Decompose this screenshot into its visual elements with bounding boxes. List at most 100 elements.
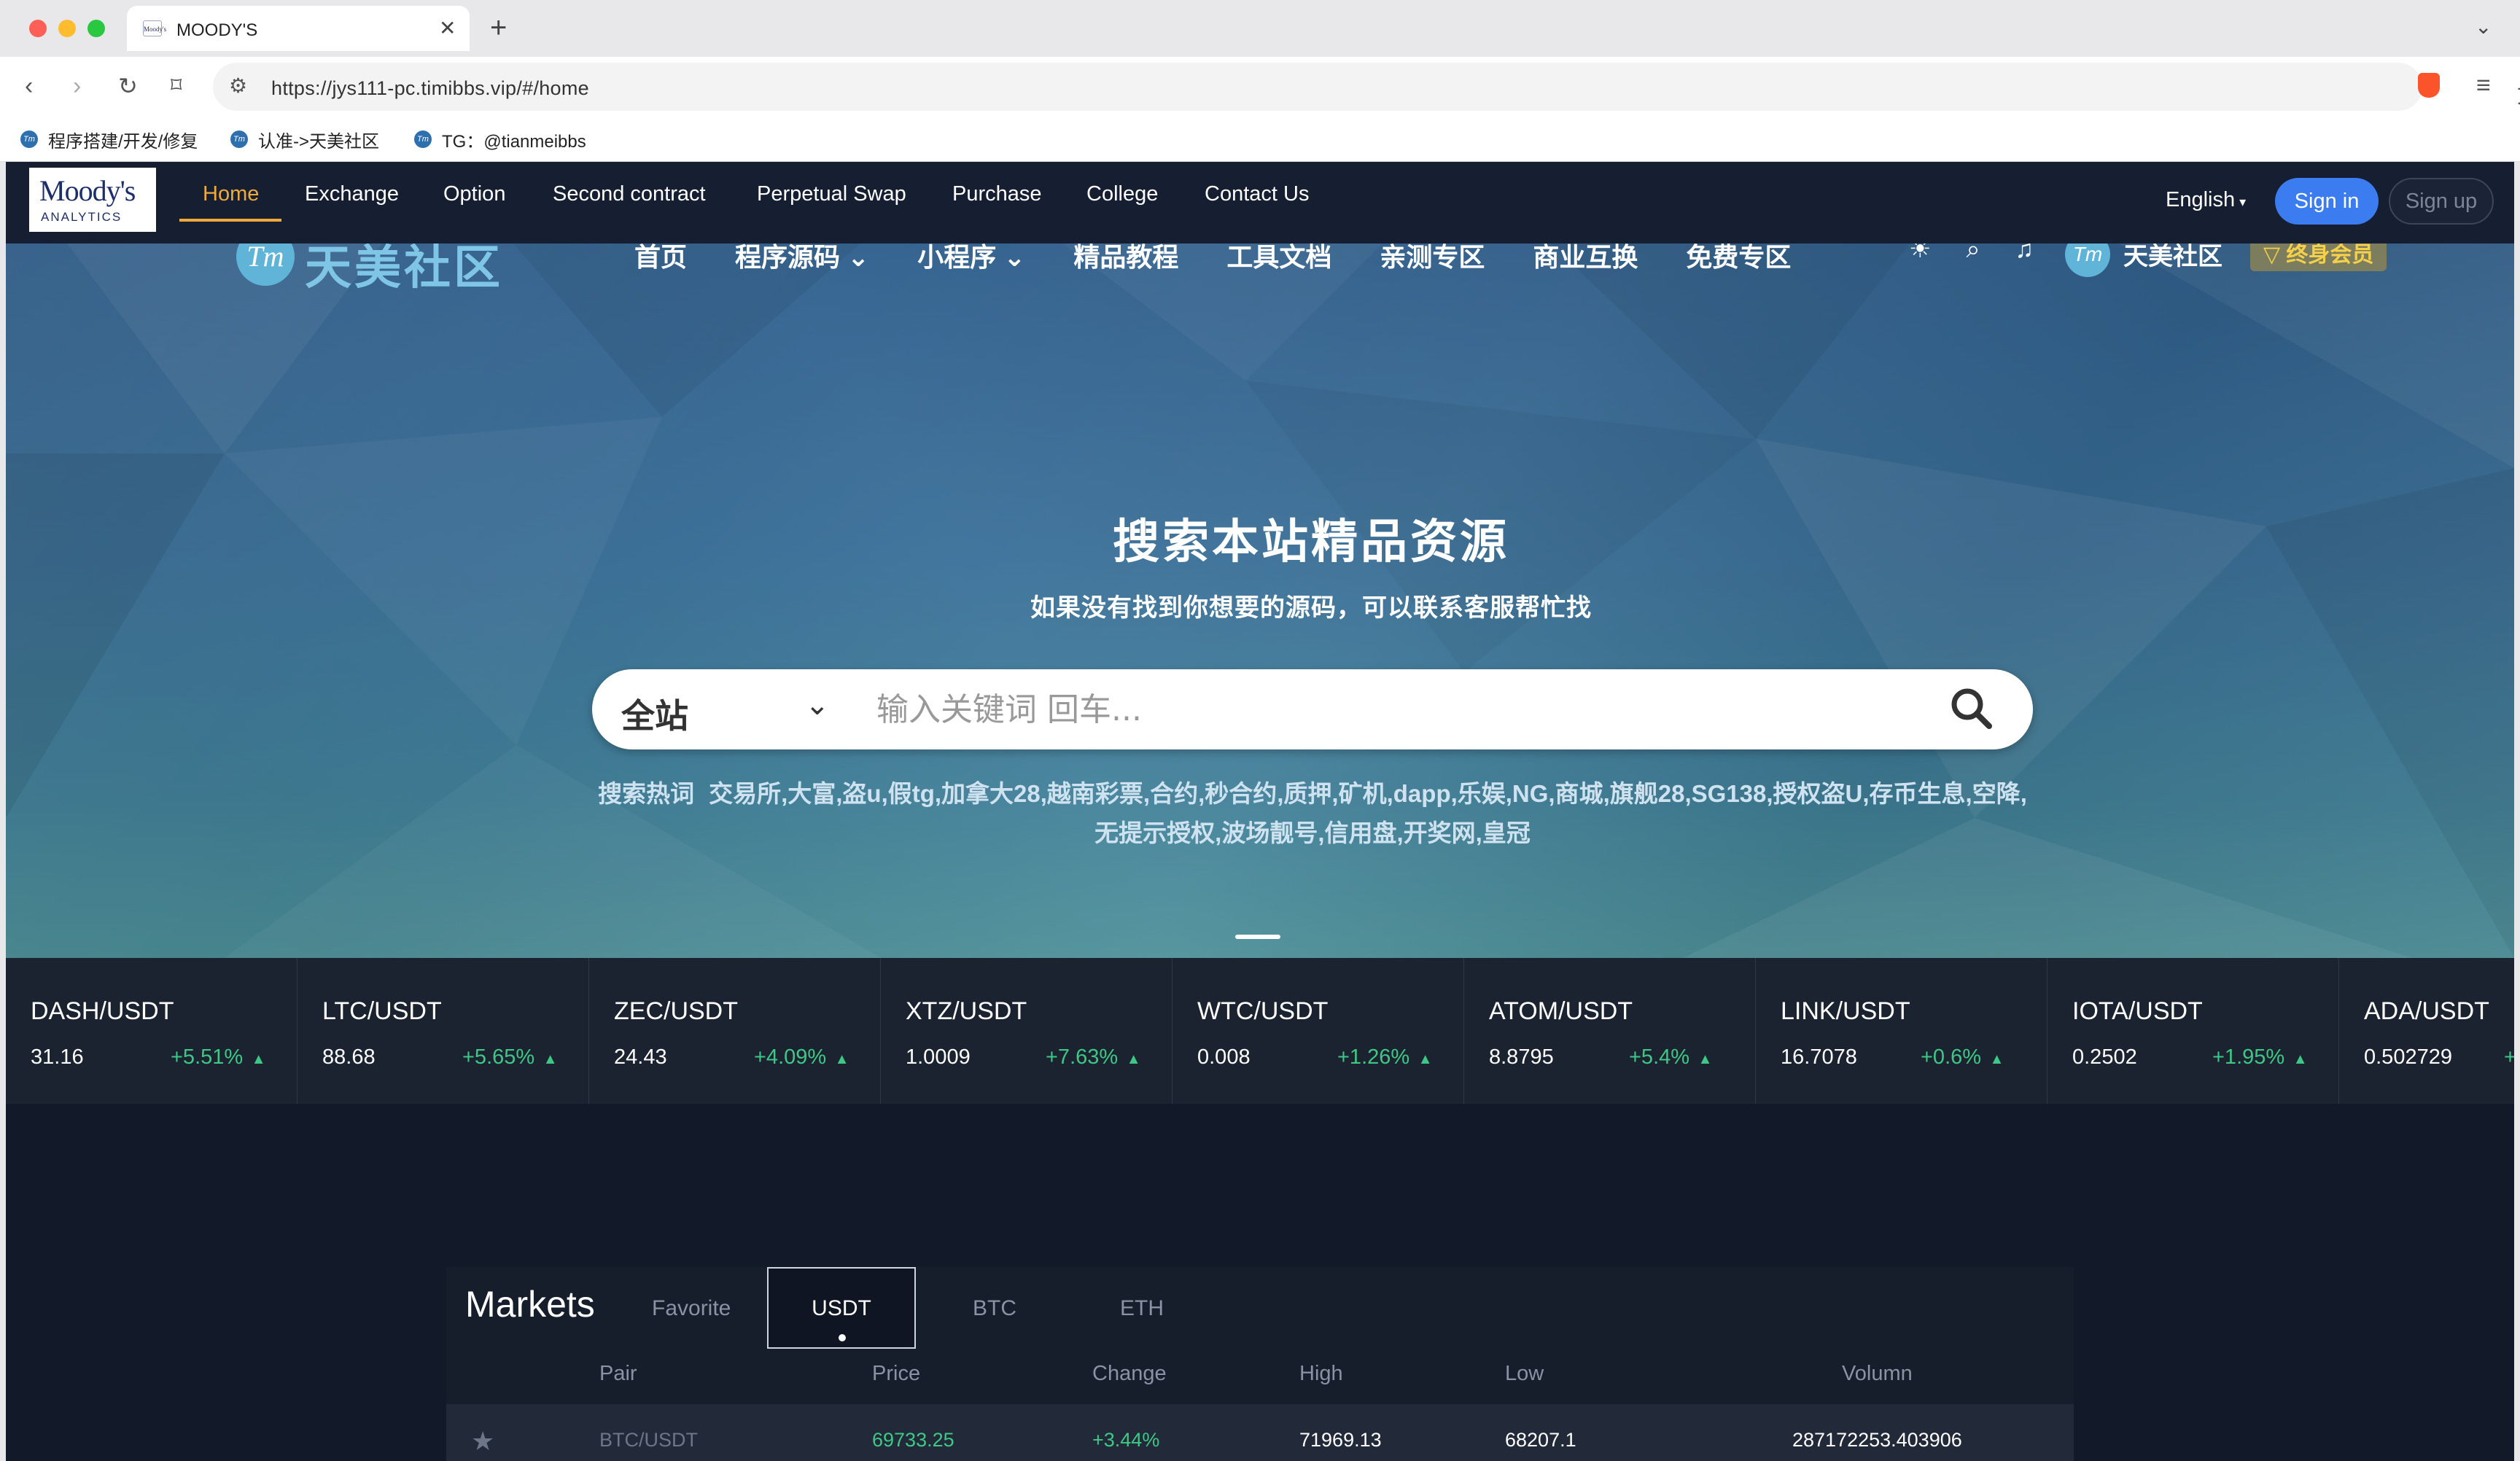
window-minimize-button[interactable] — [58, 20, 76, 37]
browser-tab-bar: Moody's MOODY'S ✕ + ⌄ — [0, 0, 2520, 57]
ticker-price: 31.16 — [31, 1045, 84, 1069]
ticker-item[interactable]: ATOM/USDT 8.8795 +5.4% — [1464, 958, 1756, 1104]
table-row[interactable]: ★ BTC/USDT 69733.25 +3.44% 71969.13 6820… — [446, 1404, 2074, 1461]
column-header-price[interactable]: Price — [872, 1362, 920, 1386]
ticker-change: +5.4% — [1629, 1045, 1712, 1070]
ticker-pair: XTZ/USDT — [906, 997, 1027, 1025]
column-header-high[interactable]: High — [1299, 1362, 1343, 1386]
bookmark-icon[interactable]: ⌑ — [171, 71, 182, 101]
nav-option[interactable]: Option — [443, 182, 505, 206]
ticker-item[interactable]: IOTA/USDT 0.2502 +1.95% — [2048, 958, 2339, 1104]
tab-usdt[interactable]: USDT — [767, 1267, 916, 1349]
ticker-price: 8.8795 — [1489, 1045, 1554, 1069]
browser-toolbar: ‹ › ↻ ⌑ ⚙ https://jys111-pc.timibbs.vip/… — [0, 57, 2520, 118]
ticker-item[interactable]: DASH/USDT 31.16 +5.51% — [6, 958, 298, 1104]
bookmark-favicon-icon: Tm — [230, 130, 248, 148]
browser-tab[interactable]: Moody's MOODY'S ✕ — [127, 6, 470, 51]
brave-shield-icon[interactable] — [2418, 73, 2440, 98]
window-close-button[interactable] — [29, 20, 47, 37]
translate-icon[interactable]: 文 — [2517, 77, 2520, 109]
ticker-change: +5.51% — [171, 1045, 266, 1070]
column-header-volume[interactable]: Volumn — [1842, 1362, 1913, 1386]
tab-btc[interactable]: BTC — [973, 1296, 1016, 1321]
ticker-pair: ATOM/USDT — [1489, 997, 1633, 1025]
ticker-change: +5.65% — [462, 1045, 558, 1070]
bookmark-label: 程序搭建/开发/修复 — [48, 131, 198, 152]
address-bar[interactable]: ⚙ https://jys111-pc.timibbs.vip/#/home 文… — [213, 63, 2520, 111]
hot-words-list[interactable]: 交易所,大富,盗u,假tg,加拿大28,越南彩票,合约,秒合约,质押,矿机,da… — [709, 780, 2027, 846]
markets-title: Markets — [465, 1284, 595, 1325]
nav-college[interactable]: College — [1086, 182, 1158, 206]
ticker-item[interactable]: WTC/USDT 0.008 +1.26% — [1172, 958, 1464, 1104]
site-settings-icon[interactable]: ⚙ — [229, 74, 247, 98]
ticker-item[interactable]: LINK/USDT 16.7078 +0.6% — [1756, 958, 2048, 1104]
bookmark-favicon-icon: Tm — [20, 130, 38, 148]
ticker-item[interactable]: ADA/USDT 0.502729 + — [2339, 958, 2514, 1104]
ticker-item[interactable]: XTZ/USDT 1.0009 +7.63% — [881, 958, 1172, 1104]
ticker-change: +7.63% — [1046, 1045, 1141, 1070]
ticker-price: 88.68 — [322, 1045, 376, 1069]
row-low: 68207.1 — [1505, 1429, 1576, 1451]
row-price: 69733.25 — [872, 1429, 954, 1451]
carousel-indicator[interactable] — [1235, 935, 1280, 939]
row-pair: BTC/USDT — [599, 1429, 698, 1451]
nav-purchase[interactable]: Purchase — [952, 182, 1042, 206]
ticker-price: 24.43 — [614, 1045, 667, 1069]
reload-icon[interactable]: ↻ — [118, 71, 138, 101]
forward-arrow-icon[interactable]: › — [73, 71, 81, 101]
hamburger-menu-icon[interactable]: ≡ — [2476, 71, 2491, 100]
tab-list-chevron-icon[interactable]: ⌄ — [2475, 15, 2492, 39]
language-select[interactable]: English ▾ — [2166, 188, 2246, 212]
bookmark-label: 认准->天美社区 — [258, 131, 380, 152]
new-tab-icon[interactable]: + — [490, 10, 507, 45]
bookmark-favicon-icon: Tm — [414, 130, 432, 148]
search-scope-select[interactable]: 全站 — [621, 690, 688, 738]
chevron-down-icon[interactable]: ⌄ — [805, 688, 830, 722]
url-text[interactable]: https://jys111-pc.timibbs.vip/#/home — [271, 77, 589, 100]
bookmarks-bar: Tm 程序搭建/开发/修复 Tm 认准->天美社区 Tm TG：@tianmei… — [0, 118, 2520, 162]
ticker-pair: ZEC/USDT — [614, 997, 738, 1025]
ticker-price: 16.7078 — [1781, 1045, 1857, 1069]
moodys-logo[interactable]: Moody's ANALYTICS — [29, 168, 156, 232]
nav-second-contract[interactable]: Second contract — [553, 182, 706, 206]
bookmark-item[interactable]: Tm 程序搭建/开发/修复 — [20, 127, 198, 152]
markets-panel: Markets Favorite USDT BTC ETH Pair Price… — [446, 1267, 2074, 1461]
nav-perpetual-swap[interactable]: Perpetual Swap — [757, 182, 906, 206]
row-change: +3.44% — [1092, 1429, 1160, 1451]
search-icon[interactable] — [1948, 685, 1995, 732]
window-maximize-button[interactable] — [88, 20, 105, 37]
sign-up-button[interactable]: Sign up — [2389, 178, 2494, 225]
ticker-pair: DASH/USDT — [31, 997, 174, 1025]
bookmark-label: TG：@tianmeibbs — [442, 131, 586, 152]
ticker-pair: LINK/USDT — [1781, 997, 1910, 1025]
nav-contact-us[interactable]: Contact Us — [1205, 182, 1309, 206]
ticker-price: 0.008 — [1197, 1045, 1251, 1069]
ticker-pair: LTC/USDT — [322, 997, 442, 1025]
ticker-price: 1.0009 — [906, 1045, 971, 1069]
ticker-pair: IOTA/USDT — [2072, 997, 2203, 1025]
column-header-change[interactable]: Change — [1092, 1362, 1167, 1386]
tab-close-icon[interactable]: ✕ — [439, 16, 456, 40]
ticker-change: +1.95% — [2212, 1045, 2308, 1070]
search-input[interactable] — [876, 682, 1912, 736]
back-arrow-icon[interactable]: ‹ — [25, 71, 33, 101]
favorite-star-icon[interactable]: ★ — [471, 1426, 494, 1457]
ticker-item[interactable]: ZEC/USDT 24.43 +4.09% — [589, 958, 881, 1104]
tab-eth[interactable]: ETH — [1120, 1296, 1164, 1321]
column-header-pair[interactable]: Pair — [599, 1362, 637, 1386]
ticker-item[interactable]: LTC/USDT 88.68 +5.65% — [298, 958, 589, 1104]
tab-favorite[interactable]: Favorite — [652, 1296, 731, 1321]
hot-search-words: 搜索热词 交易所,大富,盗u,假tg,加拿大28,越南彩票,合约,秒合约,质押,矿… — [592, 774, 2033, 853]
ticker-change: +1.26% — [1337, 1045, 1433, 1070]
nav-home[interactable]: Home — [203, 182, 259, 206]
nav-exchange[interactable]: Exchange — [305, 182, 399, 206]
ticker-price: 0.2502 — [2072, 1045, 2137, 1069]
bookmark-item[interactable]: Tm TG：@tianmeibbs — [414, 127, 586, 152]
row-high: 71969.13 — [1299, 1429, 1382, 1451]
search-bar: 全站 ⌄ — [592, 669, 2033, 749]
ticker-price: 0.502729 — [2364, 1045, 2452, 1069]
bookmark-item[interactable]: Tm 认准->天美社区 — [230, 127, 379, 152]
sign-in-button[interactable]: Sign in — [2275, 178, 2379, 225]
column-header-low[interactable]: Low — [1505, 1362, 1544, 1386]
top-navbar: Moody's ANALYTICS Home Exchange Option S… — [6, 162, 2514, 244]
